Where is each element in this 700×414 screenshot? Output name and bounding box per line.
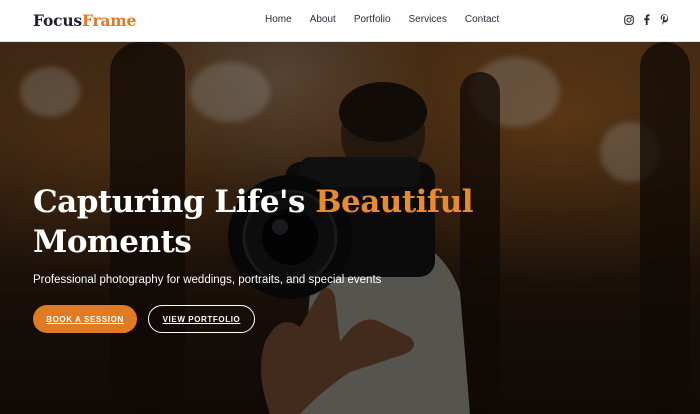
site-header: FocusFrame Home About Portfolio Services… [0,0,700,42]
facebook-icon[interactable] [641,14,652,25]
social-links [623,14,670,25]
headline-text-part2: Moments [33,224,192,260]
headline-accent: Beautiful [315,184,474,220]
instagram-icon[interactable] [623,14,634,25]
headline-text-part1: Capturing Life's [33,184,316,220]
view-portfolio-button[interactable]: VIEW PORTFOLIO [148,305,255,333]
pinterest-icon[interactable] [659,14,670,25]
nav-link-contact[interactable]: Contact [465,14,499,25]
nav-link-portfolio[interactable]: Portfolio [354,14,391,25]
logo-text-part1: Focus [33,11,82,30]
nav-link-home[interactable]: Home [265,14,292,25]
logo-text-part2: Frame [81,11,137,30]
hero-headline: Capturing Life's Beautiful Moments [33,182,474,262]
hero-section: Capturing Life's Beautiful Moments Profe… [0,42,700,414]
main-nav: Home About Portfolio Services Contact [265,14,517,25]
hero-subtitle: Professional photography for weddings, p… [33,274,382,286]
nav-link-about[interactable]: About [310,14,336,25]
logo[interactable]: FocusFrame [33,11,136,30]
nav-link-services[interactable]: Services [409,14,447,25]
book-session-button[interactable]: BOOK A SESSION [33,305,137,333]
